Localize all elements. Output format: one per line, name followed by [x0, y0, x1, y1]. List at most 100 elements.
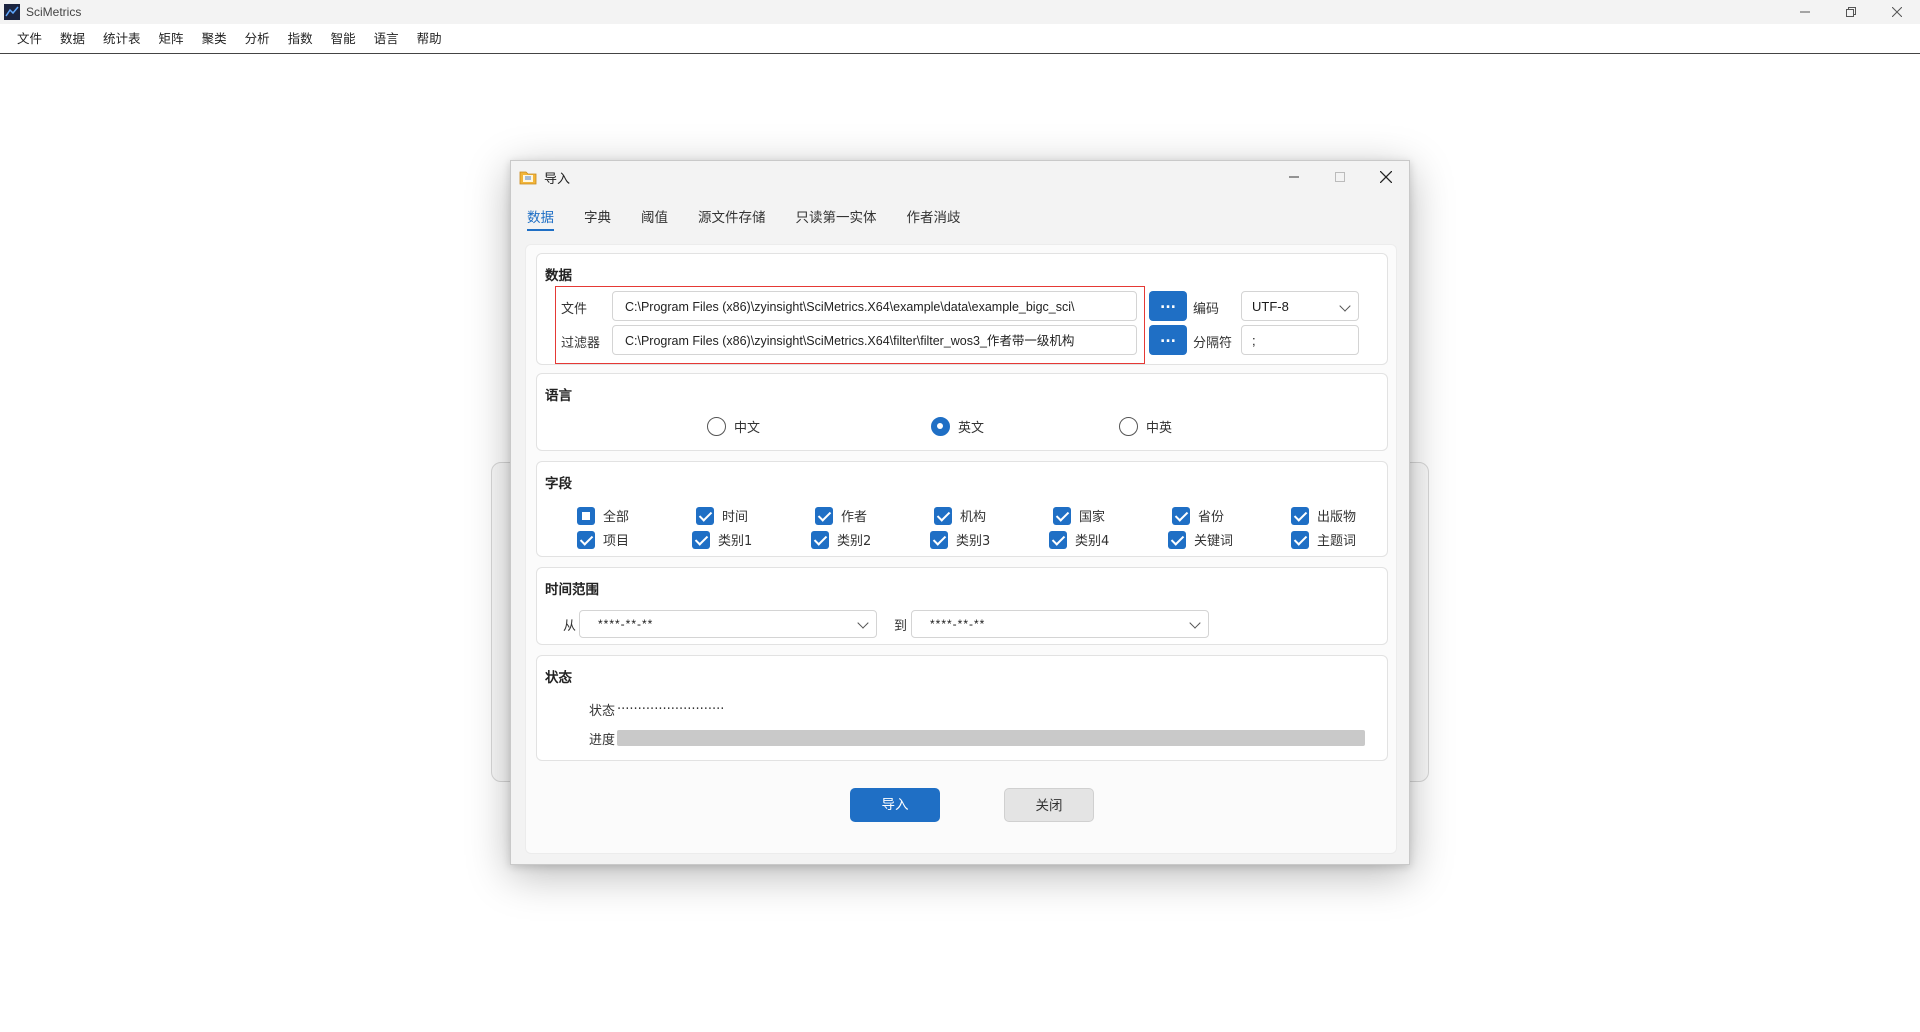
checkbox-category2[interactable]: 类别2 — [811, 530, 871, 549]
radio-chinese[interactable]: 中文 — [707, 417, 760, 436]
separator-input[interactable]: ; — [1241, 325, 1359, 355]
progress-bar — [617, 730, 1365, 746]
browse-filter-button[interactable]: ... — [1149, 325, 1187, 355]
close-window-button[interactable] — [1874, 0, 1920, 24]
checkbox-label: 类别4 — [1075, 534, 1110, 549]
browse-file-button[interactable]: ... — [1149, 291, 1187, 321]
menu-cluster[interactable]: 聚类 — [193, 24, 236, 54]
progress-label: 进度 — [589, 733, 616, 748]
chevron-down-icon — [1189, 617, 1201, 629]
checkbox-checked-icon — [696, 506, 714, 525]
fields-group: 字段 全部 时间 作者 机构 国家 省份 出版物 项目 类别1 类别2 类别3 … — [536, 461, 1388, 557]
filter-path-input[interactable]: C:\Program Files (x86)\zyinsight\SciMetr… — [612, 325, 1137, 355]
checkbox-country[interactable]: 国家 — [1053, 506, 1105, 525]
dialog-minimize-button[interactable] — [1271, 161, 1317, 193]
checkbox-label: 类别3 — [956, 534, 991, 549]
time-range-group: 时间范围 从 ****-**-** 到 ****-**-** — [536, 567, 1388, 645]
tab-source-storage[interactable]: 源文件存储 — [698, 205, 766, 233]
import-button[interactable]: 导入 — [850, 788, 940, 822]
encoding-value: UTF-8 — [1252, 299, 1289, 314]
checkbox-label: 类别2 — [837, 534, 872, 549]
maximize-icon — [1335, 172, 1345, 182]
encoding-select[interactable]: UTF-8 — [1241, 291, 1359, 321]
checkbox-label: 项目 — [603, 534, 630, 549]
tab-first-entity[interactable]: 只读第一实体 — [796, 205, 877, 233]
minimize-icon — [1800, 11, 1810, 13]
radio-english[interactable]: 英文 — [931, 417, 984, 436]
checkbox-institution[interactable]: 机构 — [934, 506, 986, 525]
data-group-title: 数据 — [545, 268, 572, 284]
dialog-title: 导入 — [544, 171, 571, 187]
checkbox-label: 关键词 — [1194, 534, 1234, 549]
minimize-button[interactable] — [1782, 0, 1828, 24]
status-group-title: 状态 — [545, 670, 572, 686]
checkbox-checked-icon — [1049, 530, 1067, 549]
checkbox-keywords[interactable]: 关键词 — [1168, 530, 1233, 549]
status-group: 状态 状态 .......................... 进度 — [536, 655, 1388, 761]
checkbox-publication[interactable]: 出版物 — [1291, 506, 1356, 525]
file-path-input[interactable]: C:\Program Files (x86)\zyinsight\SciMetr… — [612, 291, 1137, 321]
checkbox-subject-terms[interactable]: 主题词 — [1291, 530, 1356, 549]
checkbox-checked-icon — [811, 530, 829, 549]
menu-index[interactable]: 指数 — [279, 24, 322, 54]
separator-label: 分隔符 — [1193, 336, 1233, 351]
radio-bilingual-label: 中英 — [1146, 421, 1173, 436]
checkbox-project[interactable]: 项目 — [577, 530, 629, 549]
menu-data[interactable]: 数据 — [51, 24, 94, 54]
dialog-maximize-button[interactable] — [1317, 161, 1363, 193]
checkbox-label: 国家 — [1079, 510, 1106, 525]
tab-dictionary[interactable]: 字典 — [584, 205, 611, 233]
fields-group-title: 字段 — [545, 476, 572, 492]
menu-intelligence[interactable]: 智能 — [322, 24, 365, 54]
menu-bar: 文件 数据 统计表 矩阵 聚类 分析 指数 智能 语言 帮助 — [0, 24, 1920, 54]
tab-data[interactable]: 数据 — [527, 205, 554, 233]
close-button[interactable]: 关闭 — [1004, 788, 1094, 822]
from-date-value: ****-**-** — [598, 617, 654, 631]
menu-language[interactable]: 语言 — [365, 24, 408, 54]
dialog-tabs: 数据 字典 阈值 源文件存储 只读第一实体 作者消歧 — [527, 205, 991, 235]
file-label: 文件 — [561, 302, 588, 317]
checkbox-category4[interactable]: 类别4 — [1049, 530, 1109, 549]
checkbox-label: 机构 — [960, 510, 987, 525]
to-date-value: ****-**-** — [930, 617, 986, 631]
checkbox-time[interactable]: 时间 — [696, 506, 748, 525]
checkbox-checked-icon — [1291, 506, 1309, 525]
checkbox-category1[interactable]: 类别1 — [692, 530, 752, 549]
tab-author-disambiguation[interactable]: 作者消歧 — [907, 205, 961, 233]
data-group: 数据 文件 C:\Program Files (x86)\zyinsight\S… — [536, 253, 1388, 365]
checkbox-category3[interactable]: 类别3 — [930, 530, 990, 549]
checkbox-author[interactable]: 作者 — [815, 506, 867, 525]
menu-matrix[interactable]: 矩阵 — [150, 24, 193, 54]
checkbox-checked-icon — [1168, 530, 1186, 549]
checkbox-checked-icon — [577, 530, 595, 549]
menu-analysis[interactable]: 分析 — [236, 24, 279, 54]
app-title: SciMetrics — [26, 5, 82, 19]
checkbox-checked-icon — [692, 530, 710, 549]
radio-circle-icon — [1119, 417, 1138, 436]
dialog-close-button[interactable] — [1363, 161, 1409, 193]
minimize-icon — [1289, 176, 1299, 178]
checkbox-province[interactable]: 省份 — [1172, 506, 1224, 525]
restore-button[interactable] — [1828, 0, 1874, 24]
checkbox-all[interactable]: 全部 — [577, 506, 629, 525]
checkbox-label: 作者 — [841, 510, 868, 525]
language-group-title: 语言 — [545, 388, 572, 404]
tab-threshold[interactable]: 阈值 — [641, 205, 668, 233]
menu-file[interactable]: 文件 — [8, 24, 51, 54]
close-icon — [1892, 7, 1902, 17]
to-date-select[interactable]: ****-**-** — [911, 610, 1209, 638]
chevron-down-icon — [857, 617, 869, 629]
app-logo-icon — [4, 4, 20, 20]
radio-circle-icon — [707, 417, 726, 436]
from-date-select[interactable]: ****-**-** — [579, 610, 877, 638]
dialog-titlebar: 导入 — [511, 161, 1409, 193]
menu-statistics[interactable]: 统计表 — [94, 24, 150, 54]
time-range-group-title: 时间范围 — [545, 582, 599, 598]
radio-bilingual[interactable]: 中英 — [1119, 417, 1172, 436]
restore-icon — [1846, 7, 1856, 17]
menu-help[interactable]: 帮助 — [408, 24, 451, 54]
checkbox-label: 全部 — [603, 510, 630, 525]
encoding-label: 编码 — [1193, 302, 1220, 317]
status-label: 状态 — [589, 704, 616, 719]
checkbox-label: 类别1 — [718, 534, 753, 549]
